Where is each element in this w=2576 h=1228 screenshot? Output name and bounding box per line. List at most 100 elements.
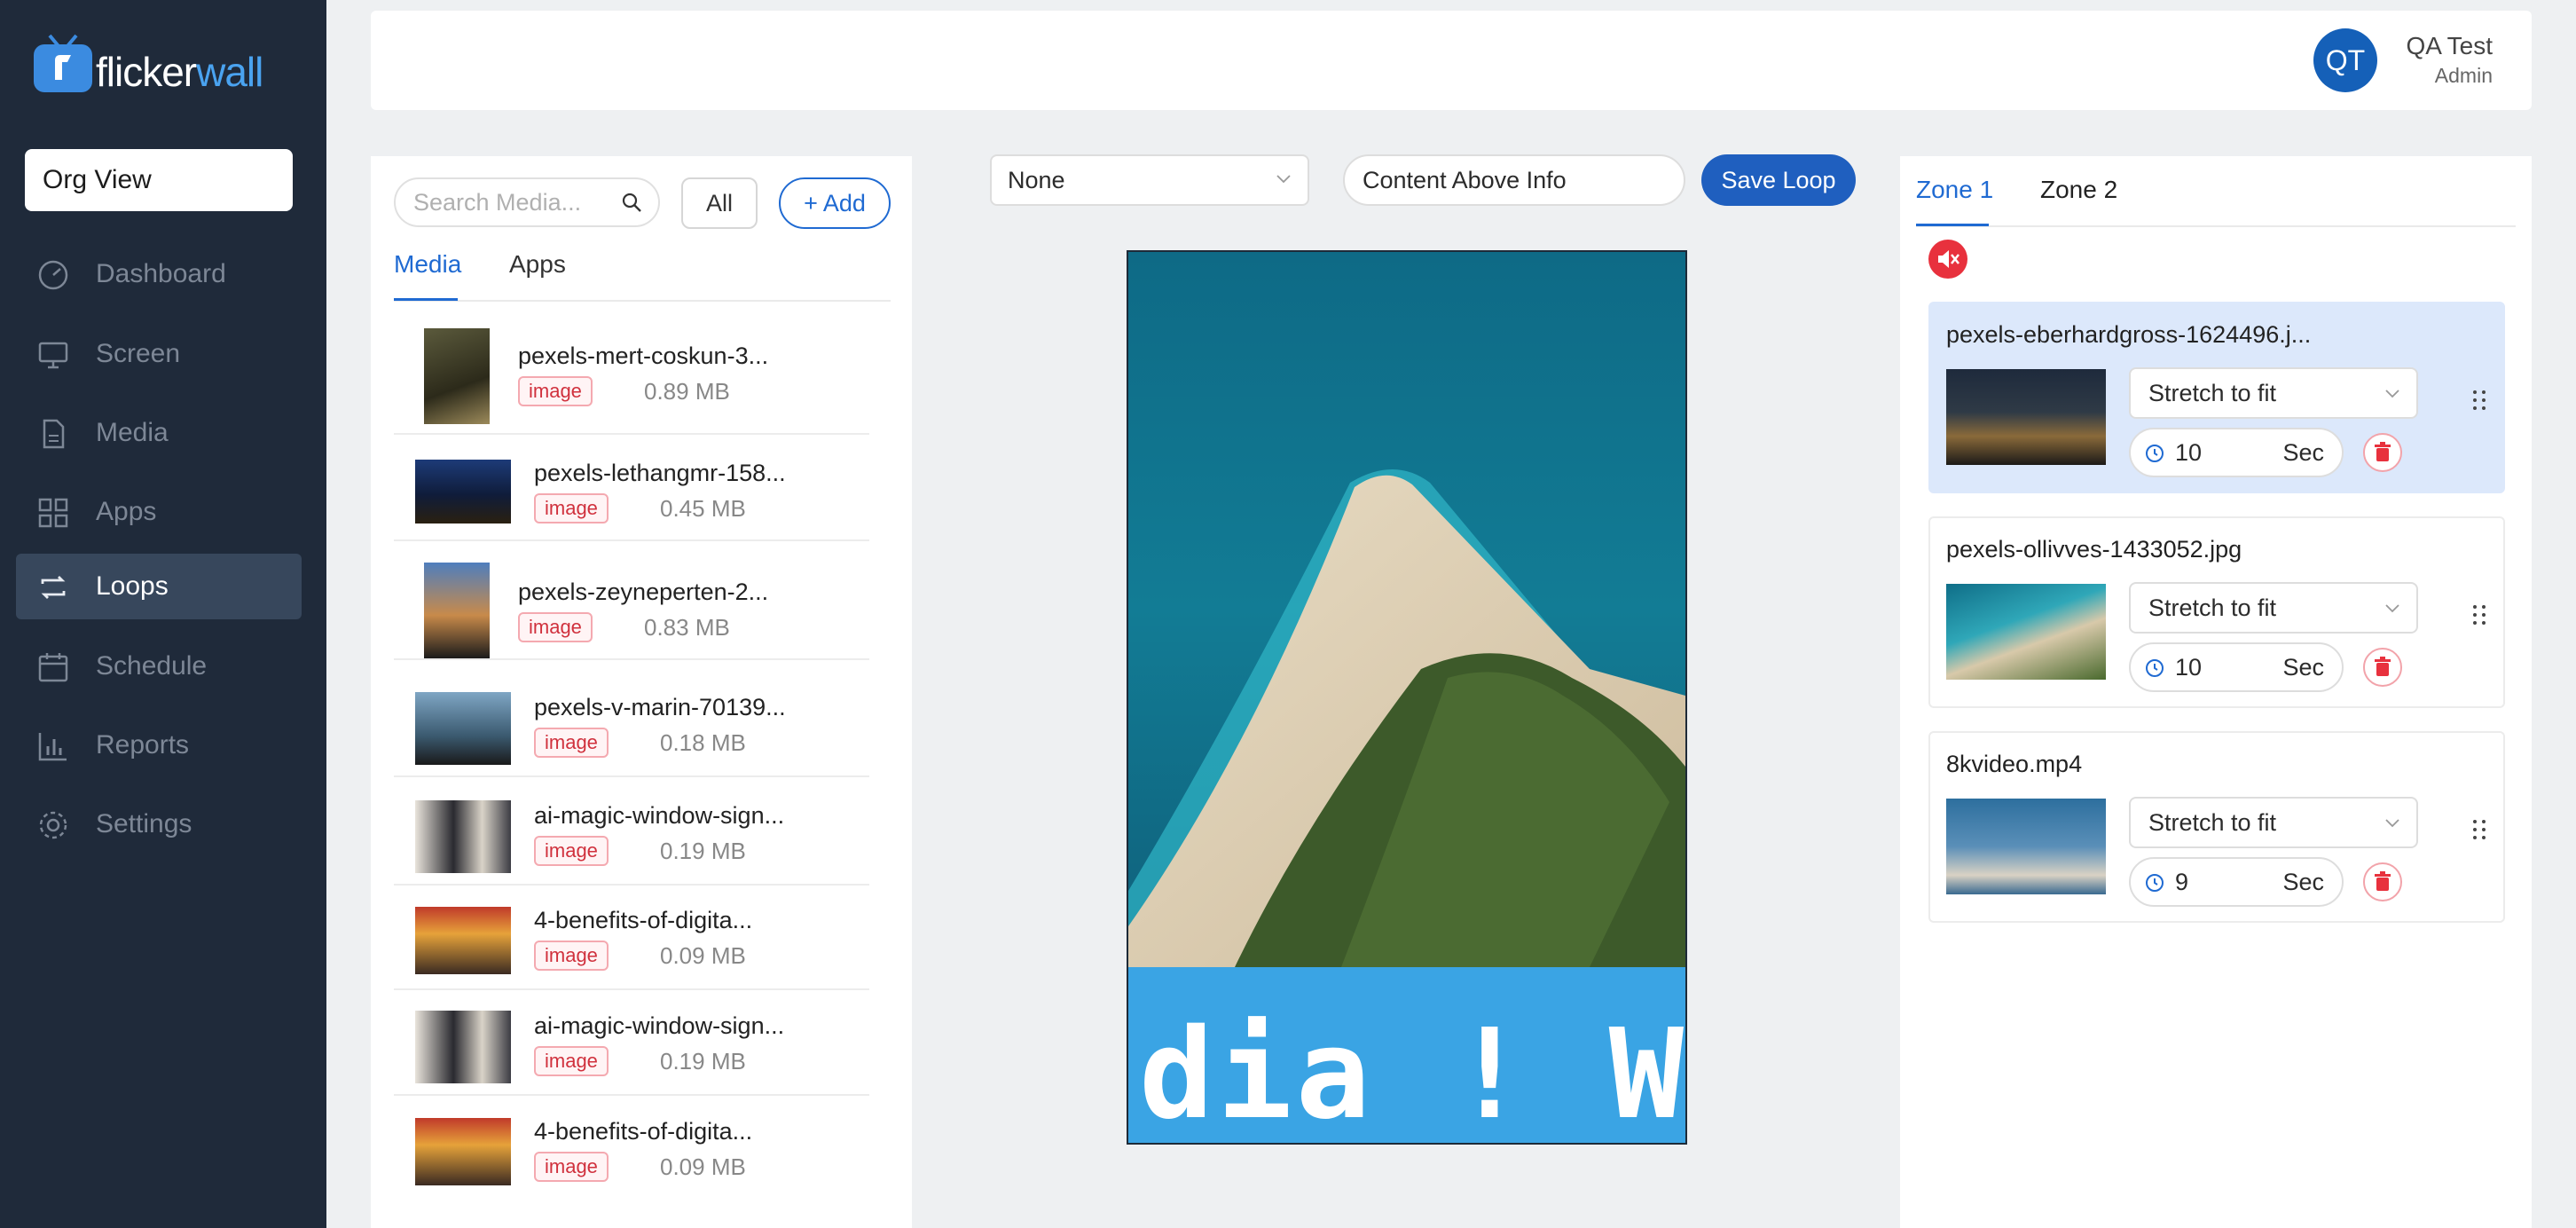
tv-logo-icon — [34, 34, 92, 92]
sidebar-item-loops[interactable]: Loops — [16, 554, 302, 619]
chevron-down-icon — [2385, 390, 2399, 398]
search-icon[interactable] — [621, 192, 642, 213]
drag-handle-icon[interactable] — [2471, 818, 2487, 841]
duration-input[interactable]: 10 Sec — [2129, 428, 2344, 477]
preview-image — [1128, 252, 1685, 967]
active-zone-tab-indicator — [1916, 224, 1989, 226]
add-media-button[interactable]: + Add — [779, 177, 891, 229]
fit-mode-value: Stretch to fit — [2148, 594, 2277, 621]
sidebar-item-settings[interactable]: Settings — [16, 791, 302, 857]
info-ticker: dia ! We — [1128, 967, 1685, 1143]
zone-media-card[interactable]: pexels-eberhardgross-1624496.j... Stretc… — [1928, 302, 2505, 493]
media-size: 0.19 MB — [660, 838, 746, 864]
brand-logo[interactable]: flickerwall — [32, 30, 298, 101]
media-name: pexels-zeyneperten-2... — [518, 579, 769, 605]
fit-mode-select[interactable]: Stretch to fit — [2129, 797, 2418, 848]
save-loop-button[interactable]: Save Loop — [1701, 154, 1856, 206]
layout-name-input[interactable]: Content Above Info — [1343, 154, 1685, 206]
chevron-down-icon — [1276, 175, 1291, 184]
media-thumbnail — [415, 692, 511, 765]
media-size: 0.45 MB — [660, 495, 746, 522]
tab-apps[interactable]: Apps — [509, 250, 566, 279]
tab-zone-1[interactable]: Zone 1 — [1916, 176, 1993, 204]
delete-button[interactable] — [2363, 433, 2402, 472]
media-name: pexels-mert-coskun-3... — [518, 342, 769, 369]
delete-button[interactable] — [2363, 648, 2402, 687]
fit-mode-select[interactable]: Stretch to fit — [2129, 582, 2418, 634]
trash-icon — [2375, 657, 2391, 676]
media-name: 4-benefits-of-digita... — [534, 907, 753, 933]
media-thumbnail — [415, 1011, 511, 1083]
bar-chart-icon — [38, 733, 67, 761]
media-type-badge: image — [534, 728, 609, 758]
list-item[interactable]: ai-magic-window-sign... image 0.19 MB — [394, 989, 869, 1096]
tab-zone-2[interactable]: Zone 2 — [2040, 176, 2117, 204]
trash-icon — [2375, 442, 2391, 461]
media-type-badge: image — [534, 836, 609, 866]
duration-unit: Sec — [2282, 869, 2324, 895]
list-item[interactable]: pexels-v-marin-70139... image 0.18 MB — [394, 671, 869, 777]
top-header — [371, 11, 2532, 110]
tab-media[interactable]: Media — [394, 250, 461, 279]
avatar[interactable]: QT — [2313, 28, 2377, 92]
sidebar-item-label: Apps — [96, 497, 157, 526]
media-name: ai-magic-window-sign... — [534, 802, 785, 829]
speaker-muted-icon — [1938, 250, 1959, 268]
trash-icon — [2375, 871, 2391, 891]
layout-select[interactable]: None — [990, 154, 1309, 206]
list-item[interactable]: ai-magic-window-sign... image 0.19 MB — [394, 779, 869, 886]
active-tab-indicator — [394, 298, 458, 301]
search-input[interactable]: Search Media... — [394, 177, 660, 227]
duration-input[interactable]: 9 Sec — [2129, 857, 2344, 907]
user-role: Admin — [2434, 64, 2493, 87]
zone-media-card[interactable]: 8kvideo.mp4 Stretch to fit 9 Sec — [1928, 731, 2505, 923]
ticker-text: dia ! We — [1139, 1003, 1685, 1143]
list-item[interactable]: 4-benefits-of-digita... image 0.09 MB — [394, 884, 869, 990]
drag-handle-icon[interactable] — [2471, 389, 2487, 412]
fit-mode-value: Stretch to fit — [2148, 809, 2277, 836]
list-item[interactable]: 4-benefits-of-digita... image 0.09 MB — [394, 1095, 869, 1200]
media-thumbnail — [415, 1118, 511, 1185]
sidebar-item-schedule[interactable]: Schedule — [16, 634, 302, 699]
drag-handle-icon[interactable] — [2471, 603, 2487, 626]
chevron-down-icon — [2385, 819, 2399, 828]
media-thumbnail — [424, 563, 490, 658]
zone-media-name: 8kvideo.mp4 — [1946, 751, 2083, 777]
zone-media-name: pexels-ollivves-1433052.jpg — [1946, 536, 2242, 563]
sidebar-item-apps[interactable]: Apps — [16, 479, 302, 545]
gear-icon — [39, 811, 67, 839]
duration-input[interactable]: 10 Sec — [2129, 642, 2344, 692]
duration-value: 10 — [2175, 654, 2203, 681]
zone-media-thumbnail — [1946, 369, 2106, 465]
fit-mode-select[interactable]: Stretch to fit — [2129, 367, 2418, 419]
list-item[interactable]: pexels-zeyneperten-2... image 0.83 MB — [394, 554, 869, 660]
mute-button[interactable] — [1928, 240, 1967, 279]
sidebar-item-label: Loops — [96, 571, 169, 601]
calendar-icon — [38, 653, 68, 682]
sidebar-item-media[interactable]: Media — [16, 400, 302, 466]
grid-icon — [38, 498, 68, 528]
duration-unit: Sec — [2282, 654, 2324, 681]
search-placeholder: Search Media... — [413, 189, 582, 216]
media-size: 0.89 MB — [644, 378, 730, 405]
clock-icon — [2146, 659, 2164, 677]
media-thumbnail — [424, 328, 490, 424]
list-item[interactable]: pexels-lethangmr-158... image 0.45 MB — [394, 435, 869, 541]
file-icon — [43, 419, 65, 449]
sidebar-item-reports[interactable]: Reports — [16, 712, 302, 778]
sidebar: flickerwall Org View Dashboard Screen Me… — [0, 0, 326, 1228]
sidebar-item-label: Screen — [96, 339, 181, 368]
tabs-divider — [394, 300, 891, 302]
zone-tabs-divider — [1916, 225, 2516, 227]
media-type-badge: image — [518, 612, 593, 642]
zone-media-card[interactable]: pexels-ollivves-1433052.jpg Stretch to f… — [1928, 516, 2505, 708]
clock-icon — [2146, 874, 2164, 892]
list-item[interactable]: pexels-mert-coskun-3... image 0.89 MB — [394, 328, 869, 435]
filter-all-button[interactable]: All — [681, 177, 758, 229]
clock-icon — [2146, 445, 2164, 462]
org-view-button[interactable]: Org View — [25, 149, 293, 211]
media-type-badge: image — [534, 1046, 609, 1076]
sidebar-item-screen[interactable]: Screen — [16, 321, 302, 387]
sidebar-item-dashboard[interactable]: Dashboard — [16, 241, 302, 307]
delete-button[interactable] — [2363, 862, 2402, 901]
